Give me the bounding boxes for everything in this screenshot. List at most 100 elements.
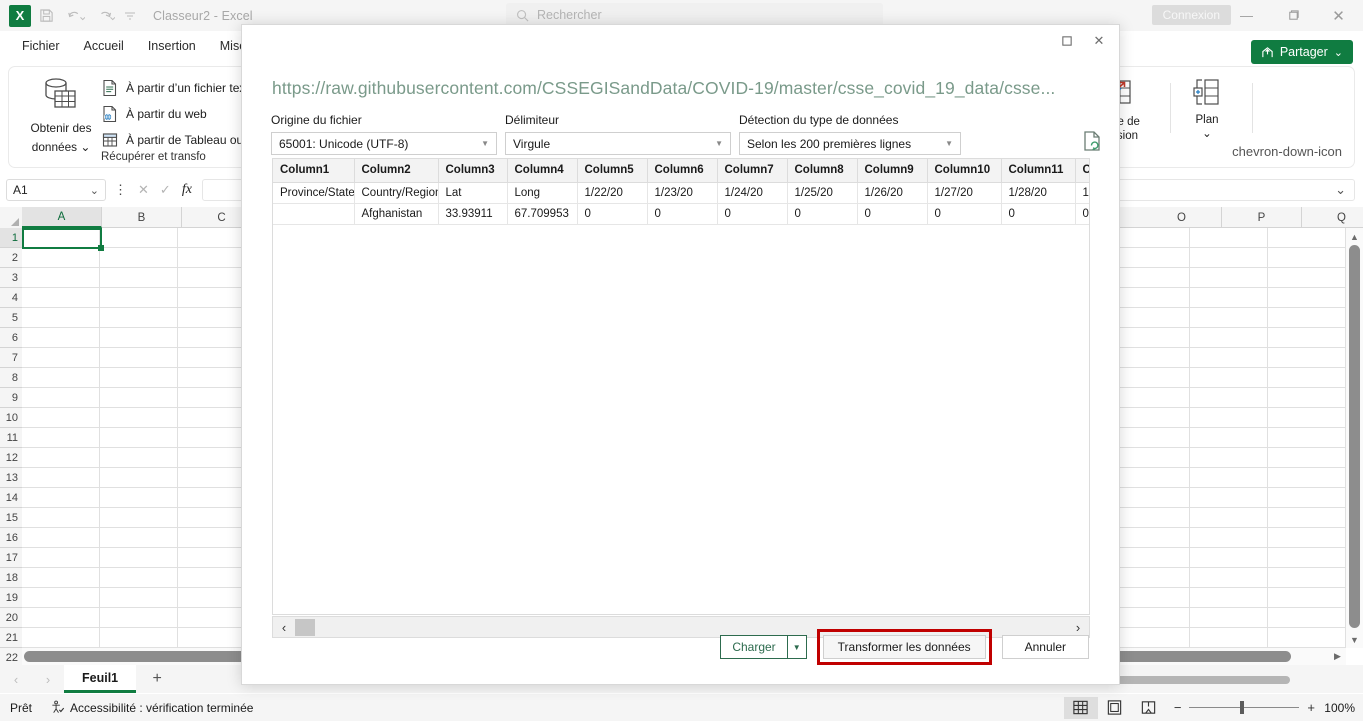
grid-cell[interactable] bbox=[99, 428, 178, 448]
name-box[interactable]: A1 ⌄ bbox=[6, 179, 106, 201]
vertical-scrollbar[interactable]: ▲ ▼ bbox=[1346, 228, 1363, 648]
grid-cell[interactable] bbox=[99, 388, 178, 408]
grid-cell[interactable] bbox=[1190, 548, 1268, 568]
grid-cell[interactable] bbox=[1190, 288, 1268, 308]
grid-cell[interactable] bbox=[1112, 468, 1191, 488]
grid-cell[interactable] bbox=[22, 308, 100, 328]
restore-button[interactable] bbox=[1271, 0, 1316, 31]
grid-cell[interactable] bbox=[1268, 568, 1346, 588]
grid-cell[interactable] bbox=[99, 308, 178, 328]
grid-cell[interactable] bbox=[22, 348, 100, 368]
close-button[interactable]: ✕ bbox=[1316, 0, 1361, 31]
grid-cell[interactable] bbox=[22, 428, 100, 448]
grid-cell[interactable] bbox=[1268, 428, 1346, 448]
normal-view-button[interactable] bbox=[1063, 696, 1098, 719]
from-web-button[interactable]: À partir du web bbox=[101, 101, 263, 127]
grid-cell[interactable] bbox=[1190, 608, 1268, 628]
scroll-down-icon[interactable]: ▼ bbox=[1346, 631, 1363, 648]
insert-function-icon[interactable]: fx bbox=[182, 182, 192, 198]
grid-cell[interactable] bbox=[1268, 288, 1346, 308]
grid-cell[interactable] bbox=[99, 288, 178, 308]
grid-cell[interactable] bbox=[1268, 308, 1346, 328]
grid-cell[interactable] bbox=[1190, 268, 1268, 288]
row-header-18[interactable]: 18 bbox=[0, 568, 22, 588]
column-header-q[interactable]: Q bbox=[1302, 207, 1363, 228]
scroll-right-icon[interactable]: ▶ bbox=[1329, 648, 1346, 665]
vertical-scroll-thumb[interactable] bbox=[1349, 245, 1360, 628]
row-header-12[interactable]: 12 bbox=[0, 448, 22, 468]
grid-cell[interactable] bbox=[1268, 508, 1346, 528]
zoom-slider[interactable]: − + bbox=[1174, 700, 1315, 715]
grid-cell[interactable] bbox=[1190, 428, 1268, 448]
sheet-prev-icon[interactable]: ‹ bbox=[0, 665, 32, 693]
grid-cell[interactable] bbox=[99, 628, 178, 648]
from-text-file-button[interactable]: À partir d’un fichier texte bbox=[101, 75, 263, 101]
grid-cell[interactable] bbox=[1112, 268, 1191, 288]
row-header-3[interactable]: 3 bbox=[0, 268, 22, 288]
grid-cell[interactable] bbox=[99, 588, 178, 608]
grid-cell[interactable] bbox=[1190, 528, 1268, 548]
row-header-15[interactable]: 15 bbox=[0, 508, 22, 528]
row-header-19[interactable]: 19 bbox=[0, 588, 22, 608]
sheet-tab-feuil1[interactable]: Feuil1 bbox=[64, 665, 137, 693]
grid-cell[interactable] bbox=[1190, 508, 1268, 528]
grid-cell[interactable] bbox=[99, 448, 178, 468]
grid-cell[interactable] bbox=[22, 248, 100, 268]
preview-column-header[interactable]: Column7 bbox=[717, 159, 788, 183]
grid-cell[interactable] bbox=[1268, 448, 1346, 468]
grid-cell[interactable] bbox=[22, 508, 100, 528]
page-break-view-button[interactable] bbox=[1132, 697, 1166, 719]
grid-cell[interactable] bbox=[1268, 388, 1346, 408]
refresh-document-icon[interactable] bbox=[1081, 130, 1107, 156]
grid-cell[interactable] bbox=[1268, 408, 1346, 428]
grid-cell[interactable] bbox=[1112, 328, 1191, 348]
column-header-a[interactable]: A bbox=[22, 207, 102, 228]
row-header-5[interactable]: 5 bbox=[0, 308, 22, 328]
row-header-10[interactable]: 10 bbox=[0, 408, 22, 428]
grid-cell[interactable] bbox=[1190, 468, 1268, 488]
grid-cell[interactable] bbox=[1268, 248, 1346, 268]
page-layout-view-button[interactable] bbox=[1098, 697, 1132, 719]
grid-cell[interactable] bbox=[1112, 528, 1191, 548]
grid-cell[interactable] bbox=[1112, 428, 1191, 448]
grid-cell[interactable] bbox=[1190, 248, 1268, 268]
grid-cell[interactable] bbox=[1268, 468, 1346, 488]
grid-cell[interactable] bbox=[99, 488, 178, 508]
grid-cell[interactable] bbox=[22, 628, 100, 648]
cancel-button[interactable]: Annuler bbox=[1001, 635, 1089, 659]
tab-insertion[interactable]: Insertion bbox=[136, 35, 208, 57]
preview-column-header[interactable]: Column6 bbox=[647, 159, 718, 183]
grid-cell[interactable] bbox=[1112, 628, 1191, 648]
preview-column-header[interactable]: Column10 bbox=[927, 159, 1002, 183]
grid-cell[interactable] bbox=[1268, 368, 1346, 388]
column-header-o[interactable]: O bbox=[1142, 207, 1222, 228]
grid-cell[interactable] bbox=[1112, 488, 1191, 508]
grid-cell[interactable] bbox=[1112, 308, 1191, 328]
accessibility-status[interactable]: Accessibilité : vérification terminée bbox=[70, 701, 253, 715]
row-header-8[interactable]: 8 bbox=[0, 368, 22, 388]
grid-cell[interactable] bbox=[22, 588, 100, 608]
grid-cell[interactable] bbox=[22, 388, 100, 408]
grid-cell[interactable] bbox=[1268, 528, 1346, 548]
row-header-14[interactable]: 14 bbox=[0, 488, 22, 508]
grid-cell[interactable] bbox=[99, 468, 178, 488]
grid-cell[interactable] bbox=[1190, 228, 1268, 248]
add-sheet-button[interactable]: + bbox=[136, 665, 178, 693]
scroll-left-icon[interactable]: ‹ bbox=[273, 620, 295, 635]
row-header-16[interactable]: 16 bbox=[0, 528, 22, 548]
grid-cell[interactable] bbox=[1268, 348, 1346, 368]
preview-column-header[interactable]: Column2 bbox=[354, 159, 439, 183]
grid-cell[interactable] bbox=[1268, 328, 1346, 348]
grid-cell[interactable] bbox=[99, 508, 178, 528]
grid-cell[interactable] bbox=[99, 348, 178, 368]
row-header-17[interactable]: 17 bbox=[0, 548, 22, 568]
row-header-21[interactable]: 21 bbox=[0, 628, 22, 648]
scroll-up-icon[interactable]: ▲ bbox=[1346, 228, 1363, 245]
data-preview-table[interactable]: Column1 Column2 Column3 Column4 Column5 Colum… bbox=[272, 158, 1090, 615]
grid-cell[interactable] bbox=[1112, 288, 1191, 308]
grid-cell[interactable] bbox=[22, 608, 100, 628]
grid-cell[interactable] bbox=[1112, 248, 1191, 268]
grid-cell[interactable] bbox=[22, 568, 100, 588]
grid-cell[interactable] bbox=[22, 328, 100, 348]
row-header-1[interactable]: 1 bbox=[0, 228, 22, 248]
